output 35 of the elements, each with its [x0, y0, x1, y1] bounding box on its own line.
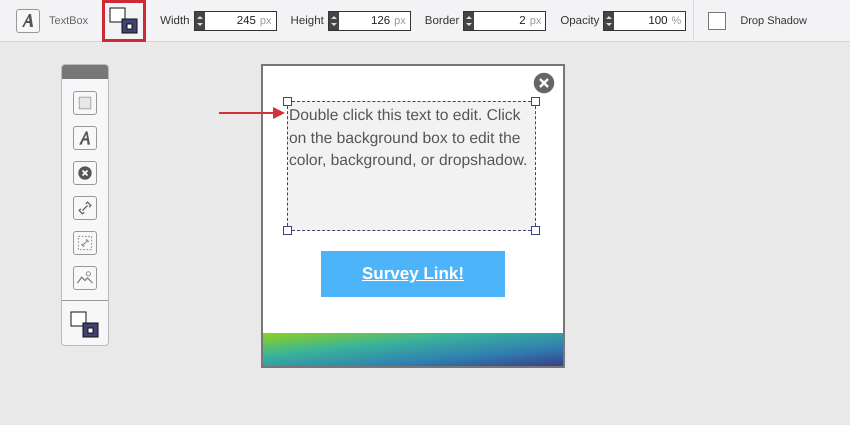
style-button[interactable]	[102, 0, 146, 42]
link-tool-button[interactable]	[73, 196, 97, 220]
drop-shadow-checkbox[interactable]	[708, 12, 726, 30]
number-field[interactable]: 100 %	[603, 10, 686, 30]
stepper-icon	[328, 14, 339, 28]
palette-handle[interactable]	[62, 65, 108, 79]
field-label: Opacity	[560, 14, 600, 26]
resize-handle[interactable]	[283, 226, 292, 235]
pointer-arrow	[219, 105, 285, 121]
resize-handle[interactable]	[531, 226, 540, 235]
style-swatch-icon	[109, 6, 140, 34]
stepper-icon	[194, 14, 205, 28]
box-tool-button[interactable]	[73, 91, 97, 115]
style-swatch-icon	[70, 311, 100, 339]
resize-handle[interactable]	[283, 97, 292, 106]
number-field[interactable]: 126 px	[328, 10, 411, 30]
body-text: Double click this text to edit. Click on the background box to edit the color, background, or dropshadow.	[289, 107, 528, 169]
field-label: Height	[290, 14, 324, 26]
letter-a-icon	[21, 13, 35, 28]
stepper-icon	[464, 14, 474, 28]
number-field[interactable]: 2 px	[463, 10, 546, 30]
stepper-icon	[604, 14, 614, 28]
field-label: Width	[160, 14, 190, 26]
element-type-label: TextBox	[49, 14, 88, 26]
text-element-button[interactable]	[16, 8, 40, 32]
link-area-tool-button[interactable]	[73, 231, 97, 255]
resize-handle[interactable]	[531, 97, 540, 106]
drop-shadow-label: Drop Shadow	[740, 14, 807, 26]
image-tool-button[interactable]	[73, 266, 97, 290]
field-label: Border	[424, 14, 460, 26]
dashed-link-icon	[75, 233, 95, 253]
number-field[interactable]: 245 px	[194, 10, 277, 30]
text-tool-button[interactable]	[73, 126, 97, 150]
close-tool-button[interactable]	[73, 161, 97, 185]
close-icon[interactable]	[532, 71, 556, 95]
